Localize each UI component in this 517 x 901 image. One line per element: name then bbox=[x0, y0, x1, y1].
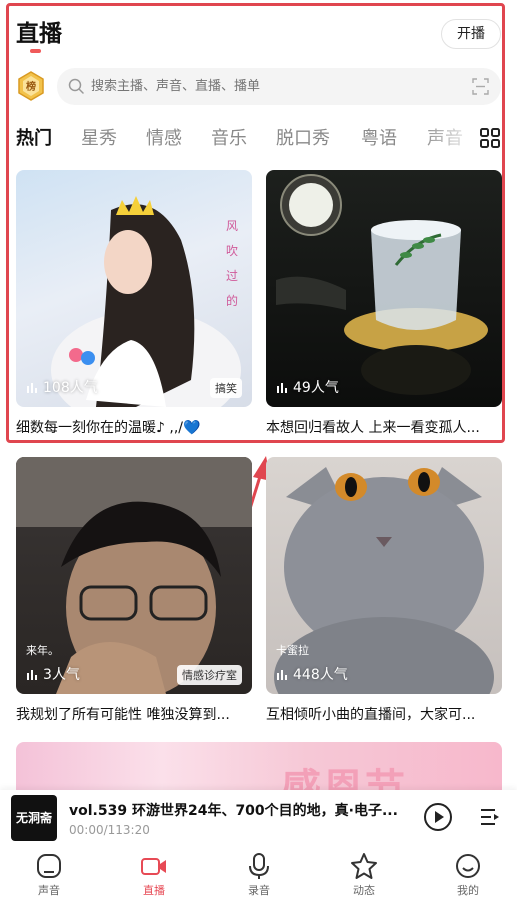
play-icon bbox=[435, 811, 444, 823]
tab-cantonese[interactable]: 粤语 bbox=[361, 124, 397, 150]
page-title: 直播 bbox=[16, 21, 62, 47]
card-thumbnail: 卡蜜拉 448人气 bbox=[266, 457, 502, 694]
live-card[interactable]: 来年。 3人气 情感诊疗室 我规划了所有可能性 唯独没算到... bbox=[16, 457, 252, 727]
category-tabs: 热门 星秀 情感 音乐 脱口秀 粤语 声音 bbox=[0, 114, 517, 162]
popularity: 108人气 bbox=[26, 377, 98, 397]
portrait-photo bbox=[16, 457, 252, 694]
signal-bars-icon bbox=[277, 383, 287, 393]
search-input[interactable] bbox=[91, 68, 451, 105]
popularity-count: 49人气 bbox=[293, 380, 339, 396]
nav-item-live[interactable]: 直播 bbox=[114, 850, 194, 898]
live-camera-icon bbox=[141, 858, 166, 875]
tabs-fade bbox=[420, 114, 480, 162]
anchor-nickname: 卡蜜拉 bbox=[276, 644, 309, 657]
nav-item-feed[interactable]: 动态 bbox=[324, 850, 404, 898]
popularity: 49人气 bbox=[276, 377, 339, 397]
podcast-cover: 无洞斋 bbox=[11, 795, 57, 841]
popularity: 3人气 bbox=[26, 664, 80, 684]
nav-label: 我的 bbox=[457, 884, 479, 897]
svg-text:过: 过 bbox=[226, 269, 238, 283]
cat-photo bbox=[274, 467, 494, 694]
play-button[interactable] bbox=[424, 803, 452, 831]
popularity-count: 448人气 bbox=[293, 667, 348, 683]
anchor-nickname: 来年。 bbox=[26, 644, 59, 657]
card-title: 细数每一刻你在的温暖♪ ,,/💙 bbox=[16, 420, 201, 436]
home-icon bbox=[37, 854, 61, 878]
star-icon bbox=[351, 853, 377, 879]
rank-badge-icon[interactable]: 榜 bbox=[17, 71, 45, 101]
nav-label: 声音 bbox=[38, 884, 60, 897]
profile-icon bbox=[456, 854, 480, 878]
signal-bars-icon bbox=[27, 383, 37, 393]
live-card[interactable]: 49人气 本想回归看故人 上来一看变孤人... bbox=[266, 170, 502, 440]
tab-hot[interactable]: 热门 bbox=[16, 124, 52, 150]
popularity-count: 3人气 bbox=[43, 667, 80, 683]
card-thumbnail: 49人气 bbox=[266, 170, 502, 407]
svg-text:吹: 吹 bbox=[226, 244, 238, 258]
category-tag: 搞笑 bbox=[210, 378, 242, 398]
card-title: 本想回归看故人 上来一看变孤人... bbox=[266, 420, 480, 436]
mini-player[interactable]: 无洞斋 vol.539 环游世界24年、700个目的地，真·电子... 00:0… bbox=[0, 790, 517, 850]
live-card[interactable]: 卡蜜拉 448人气 互相倾听小曲的直播间，大家可... bbox=[266, 457, 502, 727]
svg-text:风: 风 bbox=[226, 219, 238, 233]
search-icon bbox=[68, 78, 84, 94]
header: 直播 开播 bbox=[0, 0, 517, 60]
category-tag: 情感诊疗室 bbox=[177, 665, 242, 685]
card-title: 我规划了所有可能性 唯独没算到... bbox=[16, 707, 230, 723]
nav-label: 动态 bbox=[353, 884, 375, 897]
svg-text:的: 的 bbox=[226, 293, 238, 308]
start-live-button[interactable]: 开播 bbox=[441, 19, 501, 49]
drink-photo bbox=[276, 174, 488, 395]
popularity-count: 108人气 bbox=[43, 380, 98, 396]
card-title: 互相倾听小曲的直播间，大家可... bbox=[266, 707, 476, 723]
tab-music[interactable]: 音乐 bbox=[211, 124, 247, 150]
nav-item-voice[interactable]: 声音 bbox=[9, 850, 89, 898]
microphone-icon bbox=[249, 853, 269, 879]
tab-emotion[interactable]: 情感 bbox=[146, 124, 182, 150]
signal-bars-icon bbox=[277, 670, 287, 680]
player-title: vol.539 环游世界24年、700个目的地，真·电子... bbox=[69, 803, 398, 819]
nav-item-me[interactable]: 我的 bbox=[428, 850, 508, 898]
search-bar[interactable] bbox=[57, 68, 501, 105]
tab-talk-show[interactable]: 脱口秀 bbox=[276, 124, 330, 150]
popularity: 448人气 bbox=[276, 664, 348, 684]
nav-label: 录音 bbox=[248, 884, 270, 897]
bottom-nav: 声音 直播 录音 动态 我的 bbox=[0, 850, 517, 901]
card-thumbnail: 来年。 3人气 情感诊疗室 bbox=[16, 457, 252, 694]
playlist-icon[interactable] bbox=[480, 808, 500, 826]
player-time: 00:00/113:20 bbox=[69, 823, 150, 837]
grid-menu-icon[interactable] bbox=[480, 128, 500, 148]
nav-label: 直播 bbox=[143, 884, 165, 897]
tab-star-show[interactable]: 星秀 bbox=[81, 124, 117, 150]
signal-bars-icon bbox=[27, 670, 37, 680]
nav-item-record[interactable]: 录音 bbox=[219, 850, 299, 898]
title-underline bbox=[30, 49, 41, 53]
card-thumbnail: 风 吹 过 的 108人气 搞笑 bbox=[16, 170, 252, 407]
rank-badge-label: 榜 bbox=[26, 80, 36, 93]
portrait-illustration: 风 吹 过 的 bbox=[51, 196, 241, 407]
live-card[interactable]: 风 吹 过 的 108人气 搞笑 细数每一刻你在的温暖♪ ,,/💙 bbox=[16, 170, 252, 440]
scan-icon[interactable] bbox=[472, 78, 489, 95]
